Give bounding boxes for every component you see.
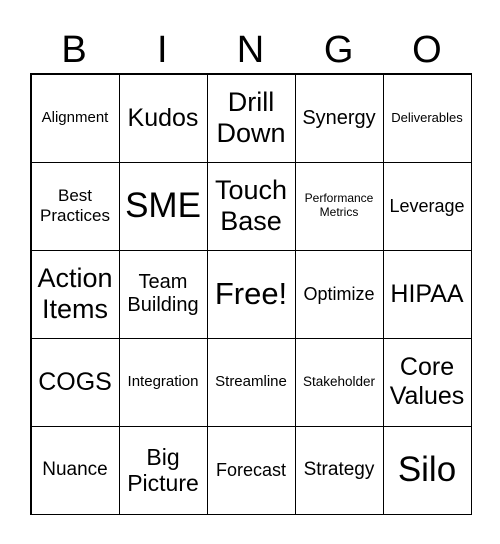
bingo-cell[interactable]: Optimize [294, 249, 384, 339]
bingo-cell[interactable]: COGS [30, 337, 120, 427]
bingo-cell[interactable]: Nuance [30, 425, 120, 515]
bingo-header: B I N G O [30, 28, 471, 72]
header-letter-g: G [323, 29, 354, 71]
bingo-cell[interactable]: Team Building [118, 249, 208, 339]
header-letter-n: N [236, 29, 265, 71]
bingo-cell[interactable]: Alignment [30, 73, 120, 163]
bingo-cell[interactable]: HIPAA [382, 249, 472, 339]
bingo-cell[interactable]: Big Picture [118, 425, 208, 515]
bingo-cell[interactable]: Core Values [382, 337, 472, 427]
bingo-cell[interactable]: Strategy [294, 425, 384, 515]
bingo-cell[interactable]: Forecast [206, 425, 296, 515]
bingo-cell[interactable]: Stakeholder [294, 337, 384, 427]
bingo-cell[interactable]: Streamline [206, 337, 296, 427]
bingo-cell[interactable]: Best Practices [30, 161, 120, 251]
bingo-cell[interactable]: Deliverables [382, 73, 472, 163]
bingo-cell[interactable]: Leverage [382, 161, 472, 251]
header-letter-i: I [157, 29, 168, 71]
bingo-cell[interactable]: Synergy [294, 73, 384, 163]
bingo-cell[interactable]: Action Items [30, 249, 120, 339]
bingo-cell[interactable]: Kudos [118, 73, 208, 163]
bingo-cell[interactable]: Drill Down [206, 73, 296, 163]
bingo-grid: Alignment Kudos Drill Down Synergy Deliv… [30, 73, 472, 515]
header-letter-o: O [412, 29, 442, 71]
bingo-cell[interactable]: SME [118, 161, 208, 251]
bingo-cell[interactable]: Integration [118, 337, 208, 427]
bingo-cell[interactable]: Silo [382, 425, 472, 515]
bingo-cell[interactable]: Performance Metrics [294, 161, 384, 251]
header-letter-b: B [61, 29, 87, 71]
bingo-cell[interactable]: Touch Base [206, 161, 296, 251]
free-space-cell[interactable]: Free! [206, 249, 296, 339]
